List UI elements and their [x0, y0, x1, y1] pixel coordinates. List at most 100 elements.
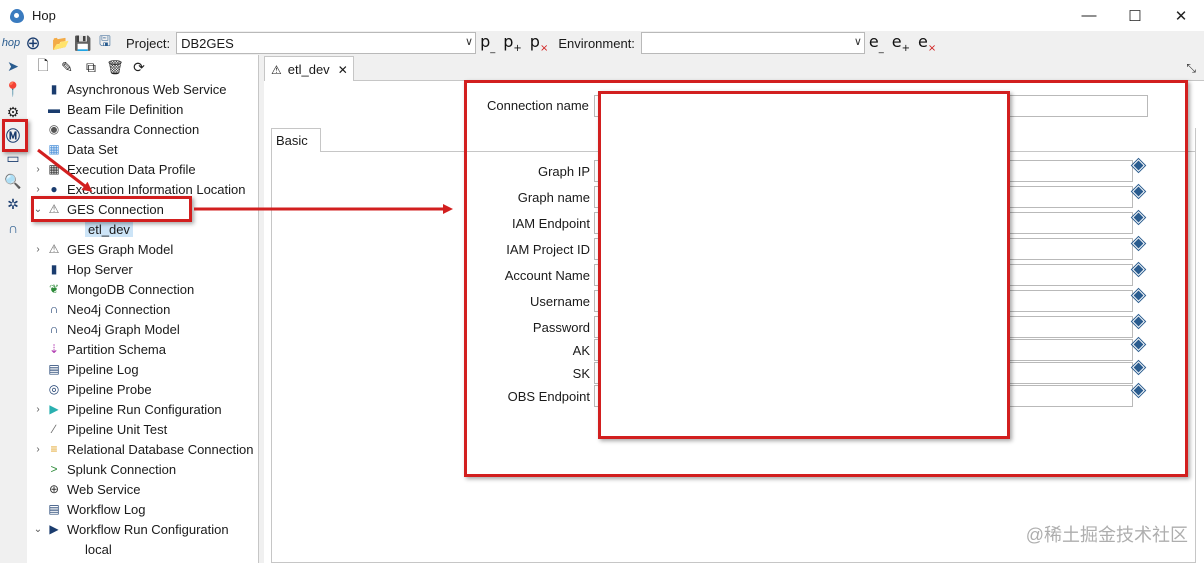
probe-icon: ◎: [48, 382, 60, 396]
close-button[interactable]: ✕: [1158, 0, 1204, 31]
open-folder-icon[interactable]: 📂: [50, 33, 72, 53]
workflow-log-icon: ▤: [48, 502, 60, 516]
tree-item[interactable]: ⊕ Web Service: [27, 479, 258, 499]
tree-item[interactable]: ▤ Pipeline Log: [27, 359, 258, 379]
metadata-highlight-frame: [2, 119, 28, 152]
chevron-right-icon[interactable]: ›: [31, 164, 45, 175]
e-delete-label: e: [918, 31, 928, 51]
refresh-icon[interactable]: ⟳: [127, 59, 151, 76]
tree-item[interactable]: ∩ Neo4j Connection: [27, 299, 258, 319]
folder-icon: ▬: [48, 102, 60, 116]
tree-item-label: Workflow Log: [67, 501, 146, 517]
pipeline-run-icon: ▶: [49, 402, 59, 416]
tree-child-local[interactable]: local: [27, 539, 258, 559]
delete-trash-icon[interactable]: 🗑: [103, 59, 127, 76]
tree-item-label: Partition Schema: [67, 341, 166, 357]
save-icon[interactable]: 💾: [72, 33, 94, 53]
tree-item[interactable]: › ≡ Relational Database Connection: [27, 439, 258, 459]
tab-label: etl_dev: [287, 62, 330, 77]
tree-item[interactable]: ∩ Neo4j Graph Model: [27, 319, 258, 339]
tree-item-label: Neo4j Graph Model: [67, 321, 180, 337]
tree-item-label: Hop Server: [67, 261, 133, 277]
edit-pencil-icon[interactable]: ✎: [55, 59, 79, 76]
chevron-right-icon[interactable]: ›: [31, 404, 45, 415]
chevron-right-icon[interactable]: ›: [31, 244, 45, 255]
tab-basic[interactable]: Basic: [271, 128, 321, 152]
plugin-icon[interactable]: ✲: [0, 193, 26, 216]
tree-item[interactable]: ❦ MongoDB Connection: [27, 279, 258, 299]
maximize-editor-icon[interactable]: ⤡: [1186, 61, 1196, 76]
tree-item-label: Cassandra Connection: [67, 121, 200, 137]
chevron-right-icon[interactable]: ›: [31, 444, 45, 455]
chevron-down-icon: ∨: [853, 36, 862, 48]
environment-edit-button[interactable]: e_: [869, 32, 884, 54]
tree-item[interactable]: ⌄ ▶ Workflow Run Configuration: [27, 519, 258, 539]
tree-child-label: etl_dev: [85, 221, 133, 237]
tree-item-label: Splunk Connection: [67, 461, 177, 477]
editor-highlight-frame: [464, 80, 1188, 477]
tree-item[interactable]: ◉ Cassandra Connection: [27, 119, 258, 139]
tree-child-etl-dev[interactable]: etl_dev: [27, 219, 258, 239]
new-file-icon[interactable]: 🗋: [31, 55, 55, 79]
tree-item-label: Asynchronous Web Service: [67, 81, 227, 97]
tree-item-label: Web Service: [67, 481, 141, 497]
tree-item[interactable]: > Splunk Connection: [27, 459, 258, 479]
tree-item-label: Execution Data Profile: [67, 161, 196, 177]
server-icon: ▮: [50, 262, 58, 276]
tree-item[interactable]: › ⚠ GES Graph Model: [27, 239, 258, 259]
minimize-button[interactable]: —: [1066, 0, 1112, 31]
neo4j-perspective-icon[interactable]: ∩: [0, 216, 26, 239]
neo4j-icon: ∩: [49, 322, 59, 336]
hop-gui-icon[interactable]: hop: [0, 33, 22, 53]
partition-icon: ⇣: [48, 342, 60, 356]
tree-item[interactable]: ▮ Asynchronous Web Service: [27, 79, 258, 99]
data-set-icon: ▦: [48, 142, 60, 156]
e-edit-label: e: [868, 31, 879, 51]
project-value: DB2GES: [181, 35, 234, 51]
tab-etl-dev[interactable]: ⚠ etl_dev ✕: [264, 56, 354, 82]
mongodb-icon: ❦: [48, 282, 60, 296]
tree-child-label: local: [85, 541, 112, 557]
tree-item[interactable]: ▮ Hop Server: [27, 259, 258, 279]
maximize-button[interactable]: ☐: [1112, 0, 1158, 31]
ges-icon: ⚠: [271, 62, 282, 77]
run-perspective-icon[interactable]: ➤: [0, 55, 26, 78]
project-label: Project:: [126, 35, 171, 51]
environment-delete-button[interactable]: e×: [918, 32, 936, 54]
tree-item[interactable]: ◎ Pipeline Probe: [27, 379, 258, 399]
metadata-tree: ▮ Asynchronous Web Service ▬ Beam File Defi…: [27, 79, 258, 559]
tree-item[interactable]: ▬ Beam File Definition: [27, 99, 258, 119]
project-delete-button[interactable]: p×: [530, 32, 549, 54]
workflow-run-icon: ▶: [49, 522, 59, 536]
tree-toolbar: 🗋 ✎ ⧉ 🗑 ⟳: [27, 55, 258, 79]
tree-item-label: Workflow Run Configuration: [67, 521, 229, 537]
project-edit-button[interactable]: p_: [480, 32, 495, 54]
chevron-down-icon[interactable]: ⌄: [31, 524, 45, 535]
tree-item[interactable]: ∕ Pipeline Unit Test: [27, 419, 258, 439]
chevron-right-icon[interactable]: ›: [31, 184, 45, 195]
location-perspective-icon[interactable]: 📍: [0, 78, 26, 101]
watermark: @稀土掘金技术社区: [1025, 525, 1188, 545]
test-icon: ∕: [52, 422, 55, 436]
tree-item[interactable]: ⇣ Partition Schema: [27, 339, 258, 359]
save-as-icon[interactable]: 🖫: [94, 33, 116, 53]
tree-item[interactable]: ▤ Workflow Log: [27, 499, 258, 519]
globe-icon: ⊕: [48, 482, 60, 496]
title-bar: Hop — ☐ ✕: [0, 0, 1204, 31]
neo4j-icon: ∩: [49, 302, 59, 316]
tree-item-label: Pipeline Run Configuration: [67, 401, 222, 417]
ges-icon: ⚠: [48, 242, 60, 256]
tree-item[interactable]: ▦ Data Set: [27, 139, 258, 159]
close-icon[interactable]: ✕: [338, 63, 348, 77]
project-add-button[interactable]: p+: [503, 32, 522, 54]
table-icon: ▦: [48, 162, 60, 176]
environment-add-button[interactable]: e+: [892, 32, 910, 54]
tree-item[interactable]: › ▶ Pipeline Run Configuration: [27, 399, 258, 419]
environment-select[interactable]: ∨: [640, 32, 865, 54]
tree-item[interactable]: › ▦ Execution Data Profile: [27, 159, 258, 179]
tree-item-label: Pipeline Log: [67, 361, 139, 377]
project-select[interactable]: DB2GES ∨: [176, 32, 477, 54]
duplicate-icon[interactable]: ⧉: [79, 59, 103, 76]
search-icon[interactable]: 🔍: [0, 170, 26, 193]
new-icon[interactable]: ⊕: [22, 33, 44, 53]
